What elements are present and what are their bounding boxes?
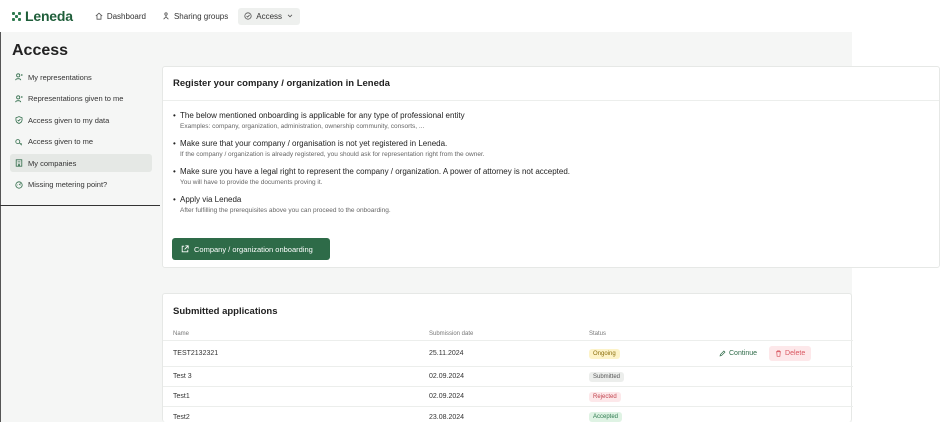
table-row: Test1 02.09.2024 Rejected: [163, 387, 853, 407]
cell-name: Test 3: [173, 373, 192, 380]
onboarding-button-label: Company / organization onboarding: [194, 244, 313, 254]
status-badge: Rejected: [589, 391, 621, 402]
top-navbar: Leneda Dashboard Sharing groups Access: [0, 0, 940, 32]
submitted-applications-card: Submitted applications Name Submission d…: [162, 293, 853, 422]
sidebar-item-my-companies[interactable]: My companies: [10, 154, 152, 172]
sidebar-item-access-given-to-me[interactable]: Access given to me: [10, 133, 152, 151]
sidebar-item-representations-given-to-me[interactable]: Representations given to me: [10, 90, 152, 108]
nav-sharing-groups[interactable]: Sharing groups: [156, 8, 234, 25]
row-actions: Continue Delete: [719, 346, 853, 361]
cell-name: Test2: [173, 413, 190, 421]
column-header-name: Name: [173, 331, 190, 337]
share-icon: [163, 12, 169, 20]
cell-date: 25.11.2024: [429, 350, 464, 357]
cell-date: 02.09.2024: [429, 373, 465, 380]
column-header-date: Submission date: [429, 331, 474, 337]
table-row: TEST2132321 25.11.2024 Ongoing Continue …: [163, 341, 853, 367]
applications-title: Submitted applications: [173, 306, 278, 317]
delete-label: Delete: [785, 350, 806, 357]
key-icon: [15, 138, 23, 145]
nav-access[interactable]: Access: [238, 7, 301, 25]
nav-dashboard-label: Dashboard: [106, 11, 146, 21]
sidebar-item-label: My representations: [28, 72, 92, 82]
status-badge: Submitted: [589, 371, 625, 382]
nav-dashboard[interactable]: Dashboard: [89, 8, 152, 25]
column-header-status: Status: [589, 331, 607, 337]
sidebar-divider: [0, 205, 160, 206]
sidebar: My representations Representations given…: [10, 68, 152, 197]
status-badge: Accepted: [589, 412, 623, 422]
user-icon: [15, 94, 23, 102]
list-item: Make sure that your company / organisati…: [173, 139, 929, 158]
cell-status: Accepted: [579, 412, 719, 422]
bullet-main-text: The below mentioned onboarding is applic…: [173, 111, 929, 120]
register-card-title: Register your company / organization in …: [163, 67, 939, 101]
left-edge-line: [0, 32, 1, 422]
status-badge: Ongoing: [589, 348, 620, 359]
trash-icon: [776, 350, 781, 357]
bullet-main-text: Apply via Leneda: [173, 195, 929, 204]
bullet-sub-text: If the company / organization is already…: [180, 151, 485, 158]
cell-name: Test1: [173, 393, 190, 400]
list-item: Make sure you have a legal right to repr…: [173, 167, 929, 186]
home-icon: [95, 12, 103, 20]
page-title: Access: [12, 42, 69, 59]
bullet-sub-text: After fulfilling the prerequisites above…: [180, 207, 391, 214]
bullet-sub-text: Examples: company, organization, adminis…: [180, 123, 425, 130]
leneda-logo[interactable]: Leneda: [12, 8, 73, 24]
building-icon: [15, 159, 23, 167]
sidebar-item-my-representations[interactable]: My representations: [10, 68, 152, 86]
continue-label: Continue: [729, 350, 758, 357]
cell-name: TEST2132321: [173, 350, 219, 357]
register-company-card: Register your company / organization in …: [162, 66, 940, 268]
nav-access-label: Access: [256, 11, 283, 21]
table-header: Name Submission date Status: [163, 328, 853, 341]
cell-status: Ongoing: [579, 348, 719, 359]
pencil-icon: [719, 350, 726, 357]
sidebar-item-missing-metering-point[interactable]: Missing metering point?: [10, 176, 152, 194]
chevron-down-icon: [287, 14, 293, 18]
company-onboarding-button[interactable]: Company / organization onboarding: [172, 238, 330, 260]
sidebar-item-access-given-to-my-data[interactable]: Access given to my data: [10, 111, 152, 129]
continue-button[interactable]: Continue: [719, 350, 757, 357]
access-icon: [244, 12, 252, 20]
cell-date: 02.09.2024: [429, 393, 465, 400]
sidebar-item-label: My companies: [28, 158, 77, 168]
prerequisites-list: The below mentioned onboarding is applic…: [163, 101, 939, 214]
sidebar-item-label: Missing metering point?: [28, 180, 108, 189]
shield-icon: [15, 116, 23, 124]
bullet-main-text: Make sure that your company / organisati…: [173, 139, 929, 148]
cell-date: 23.08.2024: [429, 413, 465, 421]
cell-status: Submitted: [579, 371, 719, 382]
sidebar-item-label: Access given to me: [28, 137, 94, 146]
table-row: Test 3 02.09.2024 Submitted: [163, 367, 853, 387]
delete-button[interactable]: Delete: [769, 346, 812, 361]
cell-status: Rejected: [579, 391, 719, 402]
external-link-icon: [181, 245, 189, 253]
meter-icon: [15, 180, 23, 189]
sidebar-item-label: Representations given to me: [28, 94, 124, 103]
bullet-main-text: Make sure you have a legal right to repr…: [173, 167, 929, 176]
sidebar-item-label: Access given to my data: [28, 115, 110, 125]
logo-text: Leneda: [25, 8, 73, 24]
user-icon: [15, 73, 23, 81]
bullet-sub-text: You will have to provide the documents p…: [180, 179, 323, 186]
nav-sharing-groups-label: Sharing groups: [173, 11, 229, 21]
table-row: Test2 23.08.2024 Accepted: [163, 407, 853, 422]
applications-table: Name Submission date Status TEST2132321 …: [163, 328, 853, 422]
list-item: Apply via Leneda After fulfilling the pr…: [173, 195, 929, 214]
logo-mark-icon: [12, 11, 21, 21]
list-item: The below mentioned onboarding is applic…: [173, 111, 929, 130]
